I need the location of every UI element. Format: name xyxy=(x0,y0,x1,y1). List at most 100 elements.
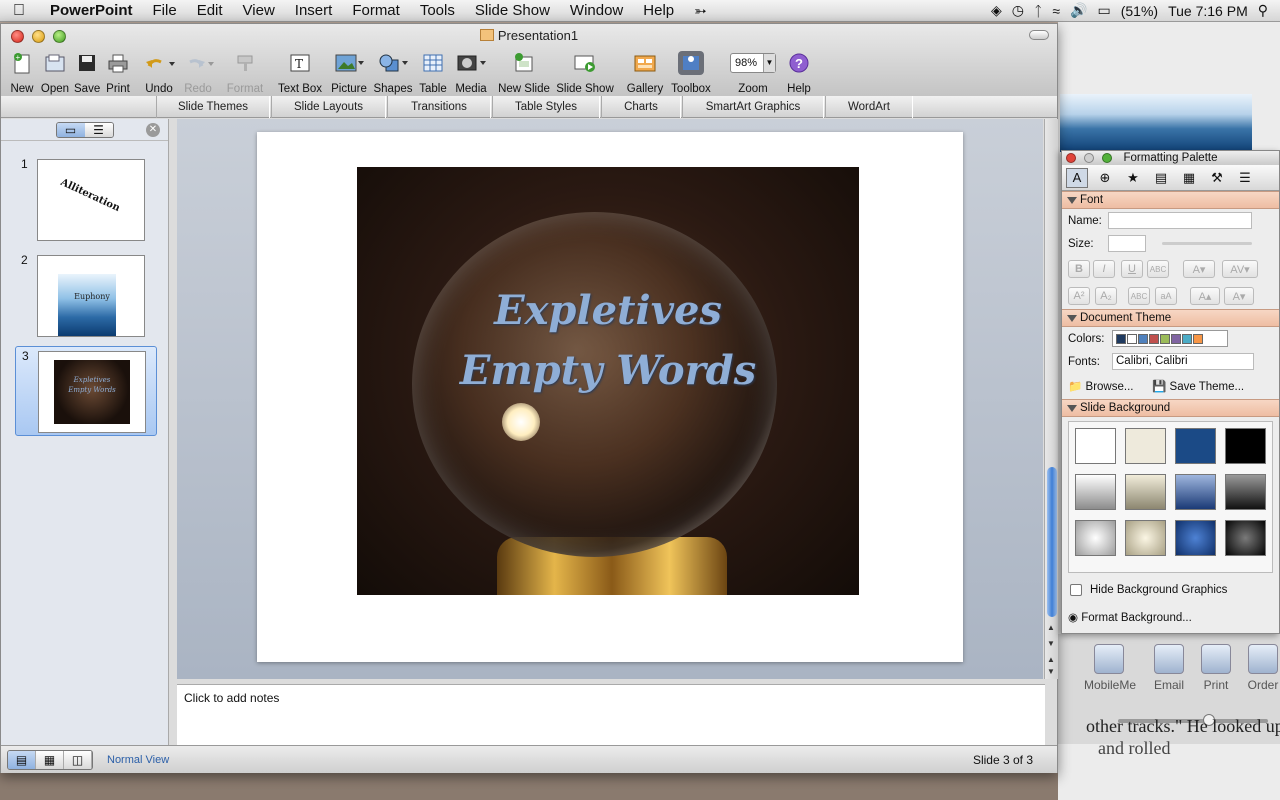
font-size-slider[interactable] xyxy=(1162,242,1252,245)
format-painter-button[interactable]: Format xyxy=(225,50,265,95)
bold-button[interactable]: B xyxy=(1068,260,1090,278)
notes-pane[interactable]: Click to add notes xyxy=(177,684,1045,746)
open-button[interactable]: Open xyxy=(40,50,70,95)
palette-close-button[interactable] xyxy=(1066,153,1076,163)
wifi-icon[interactable]: ≈ xyxy=(1052,3,1060,19)
scroll-down-arrow-icon[interactable]: ▼ xyxy=(1047,639,1055,648)
scroll-up-arrow-icon[interactable]: ▲ xyxy=(1047,623,1055,632)
table-button[interactable]: Table xyxy=(417,50,449,95)
battery-icon[interactable]: ▭ xyxy=(1098,2,1111,19)
menu-window[interactable]: Window xyxy=(560,2,633,19)
subscript-button[interactable]: A₂ xyxy=(1095,287,1117,305)
superscript-button[interactable]: A² xyxy=(1068,287,1090,305)
menu-file[interactable]: File xyxy=(143,2,187,19)
palette-zoom-button[interactable] xyxy=(1102,153,1112,163)
shapes-button[interactable]: Shapes xyxy=(373,50,413,95)
clock[interactable]: Tue 7:16 PM xyxy=(1168,3,1248,19)
new-button[interactable]: + New xyxy=(9,50,35,95)
menu-slide-show[interactable]: Slide Show xyxy=(465,2,560,19)
zoom-dropdown[interactable]: 98% ▼ xyxy=(730,53,776,73)
background-swatch-2[interactable] xyxy=(1125,428,1166,464)
all-caps-button[interactable]: aA xyxy=(1155,287,1177,305)
background-swatch-10[interactable] xyxy=(1125,520,1166,556)
menu-tools[interactable]: Tools xyxy=(410,2,465,19)
toolbox-button[interactable]: Toolbox xyxy=(669,50,713,95)
order-button[interactable]: Order xyxy=(1238,644,1280,692)
small-caps-button[interactable]: ABC xyxy=(1128,287,1150,305)
background-swatch-11[interactable] xyxy=(1175,520,1216,556)
font-color-button[interactable]: A▾ xyxy=(1183,260,1215,278)
zoom-control[interactable]: 98% ▼ Zoom xyxy=(727,50,779,95)
palette-minimize-button[interactable] xyxy=(1084,153,1094,163)
slide-show-button[interactable]: Slide Show xyxy=(556,50,614,95)
slides-tab-icon[interactable]: ▭ xyxy=(56,122,85,137)
menu-edit[interactable]: Edit xyxy=(187,2,233,19)
background-swatch-5[interactable] xyxy=(1075,474,1116,510)
background-swatch-4[interactable] xyxy=(1225,428,1266,464)
spotlight-icon[interactable]: ⚲ xyxy=(1258,2,1268,19)
scrapbook-icon[interactable]: ▤ xyxy=(1150,168,1172,188)
battery-percent[interactable]: (51%) xyxy=(1121,3,1158,19)
tab-slide-layouts[interactable]: Slide Layouts xyxy=(271,96,386,118)
volume-icon[interactable]: 🔊 xyxy=(1070,2,1087,19)
script-menu-icon[interactable]: ➳ xyxy=(684,2,717,20)
toolbar-toggle-button[interactable] xyxy=(1029,30,1049,40)
decrease-font-button[interactable]: A▾ xyxy=(1224,287,1254,305)
save-theme-button[interactable]: 💾 Save Theme... xyxy=(1152,379,1244,393)
browse-themes-button[interactable]: 📁 Browse... xyxy=(1068,379,1133,393)
slide-editing-area[interactable]: Expletives Empty Words xyxy=(177,119,1043,679)
menu-format[interactable]: Format xyxy=(342,2,410,19)
strikethrough-button[interactable]: ABC xyxy=(1147,260,1169,278)
compatibility-icon[interactable]: ⚒ xyxy=(1206,168,1228,188)
redo-button[interactable]: Redo xyxy=(181,50,215,95)
email-button[interactable]: Email xyxy=(1144,644,1194,692)
help-button[interactable]: ? Help xyxy=(785,50,813,95)
tab-charts[interactable]: Charts xyxy=(601,96,681,118)
time-machine-icon[interactable]: ◷ xyxy=(1012,2,1024,19)
background-swatch-3[interactable] xyxy=(1175,428,1216,464)
notes-placeholder[interactable]: Click to add notes xyxy=(184,691,279,705)
character-spacing-button[interactable]: AV▾ xyxy=(1222,260,1258,278)
slide-thumbnail-2[interactable]: 2 Euphony xyxy=(15,251,157,341)
background-swatch-12[interactable] xyxy=(1225,520,1266,556)
font-name-field[interactable] xyxy=(1108,212,1252,229)
close-pane-icon[interactable]: ✕ xyxy=(146,123,160,137)
next-slide-icon[interactable]: ▼ xyxy=(1047,667,1055,676)
undo-button[interactable]: Undo xyxy=(142,50,176,95)
format-background-button[interactable]: ◉ Format Background... xyxy=(1068,610,1192,624)
previous-slide-icon[interactable]: ▲ xyxy=(1047,655,1055,664)
sync-icon[interactable]: ◈ xyxy=(991,2,1002,19)
print-button[interactable]: Print xyxy=(104,50,132,95)
apple-menu-icon[interactable]:  xyxy=(0,2,38,20)
tab-smartart-graphics[interactable]: SmartArt Graphics xyxy=(682,96,824,118)
custom-animation-icon[interactable]: ★ xyxy=(1122,168,1144,188)
reference-tools-icon[interactable]: ▦ xyxy=(1178,168,1200,188)
hide-background-checkbox[interactable] xyxy=(1070,584,1082,596)
increase-font-button[interactable]: A▴ xyxy=(1190,287,1220,305)
menu-view[interactable]: View xyxy=(233,2,285,19)
theme-colors-dropdown[interactable] xyxy=(1112,330,1228,347)
print-button-bg[interactable]: Print xyxy=(1191,644,1241,692)
current-slide[interactable]: Expletives Empty Words xyxy=(257,132,963,662)
background-swatch-7[interactable] xyxy=(1175,474,1216,510)
project-palette-icon[interactable]: ☰ xyxy=(1234,168,1256,188)
underline-button[interactable]: U xyxy=(1121,260,1143,278)
vertical-scrollbar[interactable]: ▲ ▼ ▲ ▼ xyxy=(1044,119,1058,679)
italic-button[interactable]: I xyxy=(1093,260,1115,278)
background-swatch-8[interactable] xyxy=(1225,474,1266,510)
object-palette-icon[interactable]: ⊕ xyxy=(1094,168,1116,188)
gallery-button[interactable]: Gallery xyxy=(625,50,665,95)
menu-help[interactable]: Help xyxy=(633,2,684,19)
normal-view-icon[interactable]: ▤ xyxy=(8,751,36,769)
slide-thumbnail-3[interactable]: 3 Expletives Empty Words xyxy=(15,346,157,436)
background-swatch-1[interactable] xyxy=(1075,428,1116,464)
app-menu[interactable]: PowerPoint xyxy=(38,2,143,19)
font-size-field[interactable] xyxy=(1108,235,1146,252)
slide-background-section-header[interactable]: Slide Background xyxy=(1062,399,1279,417)
bluetooth-icon[interactable]: ᛏ xyxy=(1034,3,1042,19)
menu-insert[interactable]: Insert xyxy=(285,2,343,19)
slide-title-line-2[interactable]: Empty Words xyxy=(357,347,859,394)
mobileme-button[interactable]: MobileMe xyxy=(1084,644,1136,692)
slide-show-view-icon[interactable]: ◫ xyxy=(64,751,92,769)
background-swatch-6[interactable] xyxy=(1125,474,1166,510)
